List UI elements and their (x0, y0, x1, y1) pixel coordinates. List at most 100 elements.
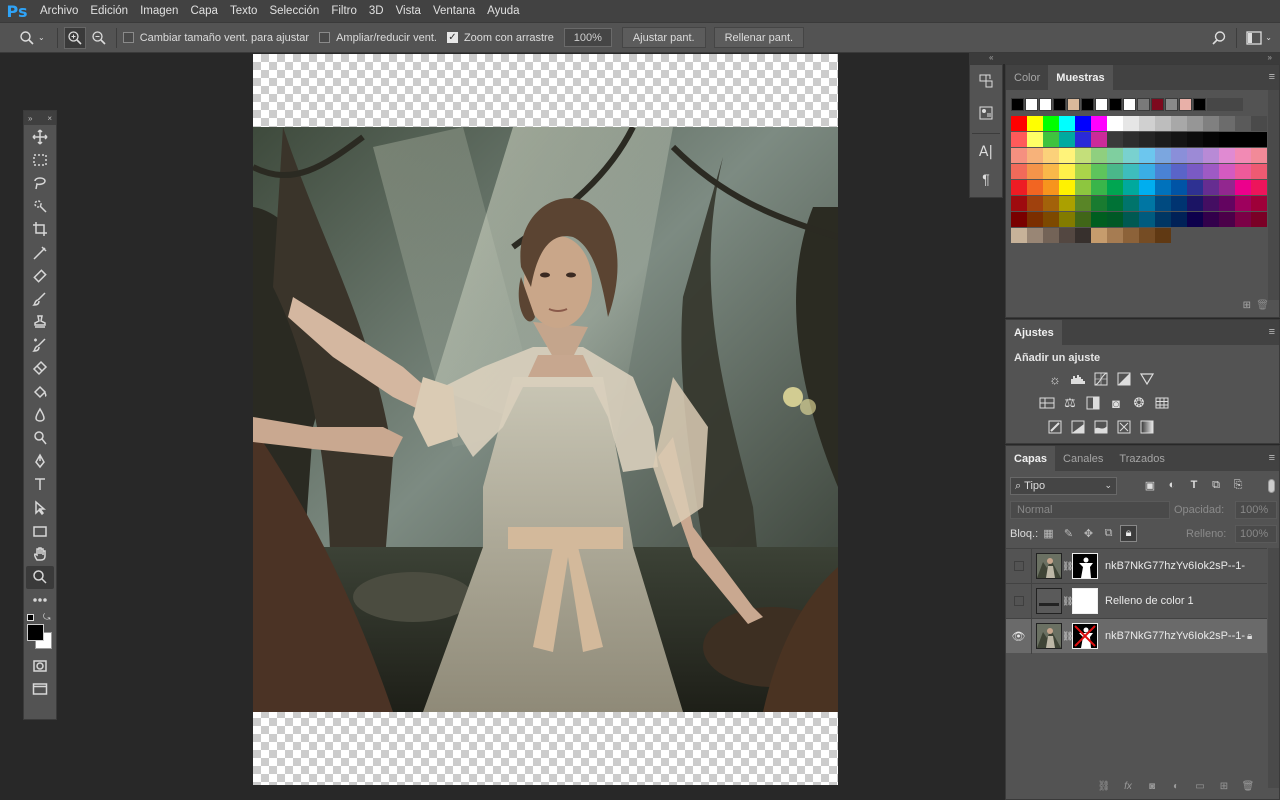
color-swatch[interactable] (1139, 180, 1155, 195)
color-swatch[interactable] (1187, 116, 1203, 131)
color-swatch[interactable] (1027, 228, 1043, 243)
selective-color-icon[interactable] (1115, 418, 1133, 436)
photo-filter-icon[interactable]: ◙ (1107, 394, 1125, 412)
color-swatch[interactable] (1187, 196, 1203, 211)
color-swatch[interactable] (1043, 148, 1059, 163)
layer-thumbnail[interactable] (1036, 553, 1062, 579)
menu-item[interactable]: Filtro (325, 0, 363, 22)
mask-thumbnail[interactable] (1072, 588, 1098, 614)
gradient-map-icon[interactable] (1138, 418, 1156, 436)
color-swatch[interactable] (1059, 180, 1075, 195)
history-icon[interactable] (970, 65, 1002, 97)
blur-tool-icon[interactable] (24, 403, 56, 426)
link-layers-icon[interactable]: ⛓ (1096, 779, 1112, 793)
color-swatch[interactable] (1011, 196, 1027, 211)
fill-screen-button[interactable]: Rellenar pant. (713, 27, 805, 48)
color-swatch[interactable] (1171, 164, 1187, 179)
color-swatch[interactable] (1011, 164, 1027, 179)
search-icon[interactable] (1208, 27, 1230, 49)
recent-swatch[interactable] (1165, 98, 1178, 111)
color-swatch[interactable] (1075, 132, 1091, 147)
color-swatch[interactable] (1091, 228, 1107, 243)
color-swatch[interactable] (1235, 212, 1251, 227)
more-tools-icon[interactable] (24, 589, 56, 612)
color-swatch[interactable] (1251, 116, 1267, 131)
color-swatch[interactable] (1107, 116, 1123, 131)
color-swatch[interactable] (1027, 212, 1043, 227)
color-swatch[interactable] (1251, 196, 1267, 211)
color-swatch[interactable] (1075, 164, 1091, 179)
color-swatch[interactable] (1011, 132, 1027, 147)
chevron-down-icon[interactable]: ⌄ (1265, 33, 1272, 42)
color-swatch[interactable] (1107, 196, 1123, 211)
eye-icon[interactable]: 👁︎ (1012, 630, 1026, 643)
color-swatch[interactable] (1187, 164, 1203, 179)
rectangle-tool-icon[interactable] (24, 519, 56, 542)
lock-all-icon[interactable]: 🔒︎ (1120, 525, 1137, 542)
menu-item[interactable]: Capa (184, 0, 224, 22)
new-layer-icon[interactable]: ⊞ (1216, 779, 1232, 793)
color-swatch[interactable] (1011, 148, 1027, 163)
color-swatch[interactable] (1123, 164, 1139, 179)
recent-swatch[interactable] (1039, 98, 1052, 111)
menu-item[interactable]: Selección (263, 0, 325, 22)
color-swatch[interactable] (1059, 148, 1075, 163)
color-swatch[interactable] (1027, 196, 1043, 211)
color-swatch[interactable] (1107, 164, 1123, 179)
brush-tool-icon[interactable] (24, 287, 56, 310)
color-swatch[interactable] (1219, 212, 1235, 227)
threshold-icon[interactable] (1092, 418, 1110, 436)
recent-swatch[interactable] (1137, 98, 1150, 111)
color-swatch[interactable] (1235, 148, 1251, 163)
color-swatch[interactable] (1075, 180, 1091, 195)
color-swatch[interactable] (1091, 196, 1107, 211)
scrollbar[interactable] (1268, 90, 1279, 300)
tab-color[interactable]: Color (1006, 65, 1048, 90)
color-swatch[interactable] (1043, 212, 1059, 227)
color-swatch[interactable] (1219, 148, 1235, 163)
trash-icon[interactable]: 🗑 (1256, 300, 1269, 311)
invert-icon[interactable] (1046, 418, 1064, 436)
color-swatch[interactable] (1139, 228, 1155, 243)
recent-swatch[interactable] (1095, 98, 1108, 111)
color-swatch[interactable] (1123, 212, 1139, 227)
posterize-icon[interactable] (1069, 418, 1087, 436)
checkbox-box[interactable] (319, 32, 331, 43)
color-swatch[interactable] (1171, 180, 1187, 195)
color-swatch[interactable] (1123, 116, 1139, 131)
layer-thumbnail[interactable] (1036, 623, 1062, 649)
color-swatch[interactable] (1155, 148, 1171, 163)
scrubby-zoom-checkbox[interactable]: ✓ Zoom con arrastre (446, 32, 554, 44)
checkbox-checked[interactable]: ✓ (446, 32, 458, 43)
color-swatch[interactable] (1107, 228, 1123, 243)
opacity-field[interactable]: 100% (1235, 501, 1277, 519)
layer-name[interactable]: Relleno de color 1 (1105, 595, 1245, 607)
layer-row[interactable]: ⛓ Relleno de color 1 (1006, 583, 1267, 619)
add-mask-icon[interactable]: ◙ (1144, 779, 1160, 793)
layer-name[interactable]: nkB7NkG77hzYv6Iok2sP--1--on... (1105, 560, 1245, 572)
color-swatch[interactable] (1043, 116, 1059, 131)
lock-position-icon[interactable]: ✥ (1080, 525, 1097, 542)
menu-item[interactable]: Edición (84, 0, 134, 22)
history-brush-tool-icon[interactable] (24, 334, 56, 357)
resize-windows-checkbox[interactable]: Cambiar tamaño vent. para ajustar (122, 32, 309, 44)
menu-item[interactable]: Texto (224, 0, 264, 22)
color-swatch[interactable] (1187, 132, 1203, 147)
color-swatch[interactable] (1139, 212, 1155, 227)
color-swatch[interactable] (1155, 164, 1171, 179)
recent-swatch[interactable] (1179, 98, 1192, 111)
color-swatch[interactable] (1075, 116, 1091, 131)
dodge-tool-icon[interactable] (24, 426, 56, 449)
trash-icon[interactable]: 🗑 (1240, 779, 1256, 793)
foreground-color-swatch[interactable] (27, 623, 44, 641)
path-select-tool-icon[interactable] (24, 496, 56, 519)
character-icon[interactable]: A| (970, 138, 1002, 166)
color-swatch[interactable] (1011, 212, 1027, 227)
levels-icon[interactable] (1069, 370, 1087, 388)
color-swatch[interactable] (1123, 228, 1139, 243)
color-swatch[interactable] (1235, 116, 1251, 131)
crop-tool-icon[interactable] (24, 218, 56, 241)
color-swatch[interactable] (1091, 164, 1107, 179)
layer-thumbnail[interactable] (1036, 588, 1062, 614)
new-group-icon[interactable]: ▭ (1192, 779, 1208, 793)
